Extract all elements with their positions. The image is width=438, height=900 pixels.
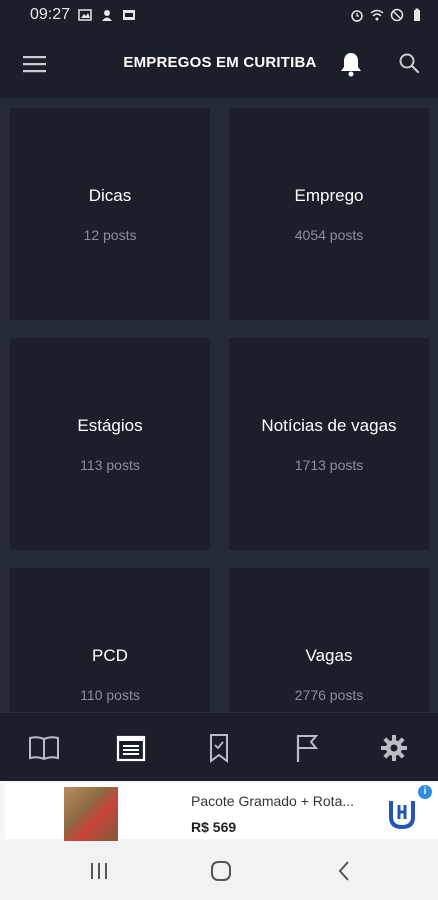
book-icon	[29, 736, 59, 761]
app-bar: EMPREGOS EM CURITIBA	[0, 30, 438, 98]
notification-box-icon	[123, 10, 136, 20]
category-count: 4054 posts	[294, 227, 364, 243]
category-title: Dicas	[88, 186, 132, 205]
recent-apps-button[interactable]	[87, 859, 111, 883]
ad-info-icon[interactable]: i	[418, 785, 432, 799]
ad-price: R$ 569	[191, 819, 237, 835]
category-title: PCD	[92, 646, 128, 665]
category-card-dicas[interactable]: Dicas 12 posts	[10, 108, 210, 320]
home-icon	[211, 861, 231, 881]
status-left: 09:27	[30, 6, 136, 24]
category-card-pcd[interactable]: PCD 110 posts	[10, 568, 210, 712]
ad-content[interactable]: Pacote Gramado + Rota... R$ 569	[5, 783, 363, 841]
gear-icon	[381, 735, 407, 761]
nav-item-news[interactable]	[114, 731, 148, 765]
bell-icon	[341, 53, 361, 77]
nav-item-settings[interactable]	[377, 731, 411, 765]
recent-apps-icon	[91, 863, 107, 879]
nav-item-flag[interactable]	[290, 731, 324, 765]
image-icon	[78, 9, 92, 21]
category-title: Notícias de vagas	[261, 416, 397, 435]
person-icon	[102, 10, 113, 21]
ad-advertiser[interactable]: i	[363, 783, 438, 839]
status-right	[350, 8, 424, 22]
bottom-navigation	[0, 712, 438, 782]
search-icon	[399, 53, 420, 74]
wifi-icon	[370, 9, 384, 21]
notifications-button[interactable]	[338, 50, 364, 78]
nav-item-bookmark[interactable]	[202, 731, 236, 765]
alarm-icon	[351, 10, 363, 22]
category-count: 12 posts	[83, 227, 137, 243]
ad-banner: Pacote Gramado + Rota... R$ 569 i	[0, 781, 438, 841]
back-icon	[338, 861, 349, 881]
status-time: 09:27	[30, 6, 71, 23]
battery-icon	[414, 8, 420, 21]
category-card-estagios[interactable]: Estágios 113 posts	[10, 338, 210, 550]
back-button[interactable]	[333, 859, 357, 883]
advertiser-logo-icon	[389, 801, 415, 830]
category-title: Vagas	[305, 646, 353, 665]
status-bar: 09:27	[0, 0, 438, 30]
category-count: 110 posts	[80, 687, 140, 703]
category-card-emprego[interactable]: Emprego 4054 posts	[229, 108, 429, 320]
system-navigation-bar	[0, 841, 438, 900]
do-not-disturb-icon	[390, 8, 404, 22]
news-icon	[116, 735, 146, 762]
category-card-noticias-de-vagas[interactable]: Notícias de vagas 1713 posts	[229, 338, 429, 550]
category-title: Estágios	[77, 416, 143, 435]
category-count: 2776 posts	[294, 687, 364, 703]
category-card-vagas[interactable]: Vagas 2776 posts	[229, 568, 429, 712]
category-count: 1713 posts	[294, 457, 364, 473]
category-count: 113 posts	[80, 457, 140, 473]
ad-title: Pacote Gramado + Rota...	[191, 793, 355, 809]
nav-item-book[interactable]	[27, 731, 61, 765]
flag-icon	[296, 735, 319, 762]
ad-image	[64, 787, 118, 841]
bookmark-icon	[210, 734, 228, 763]
page-title: EMPREGOS EM CURITIBA	[123, 54, 317, 71]
home-button[interactable]	[209, 859, 233, 883]
category-title: Emprego	[294, 186, 364, 205]
category-grid: Dicas 12 posts Emprego 4054 posts Estági…	[0, 98, 438, 712]
search-button[interactable]	[397, 51, 421, 75]
